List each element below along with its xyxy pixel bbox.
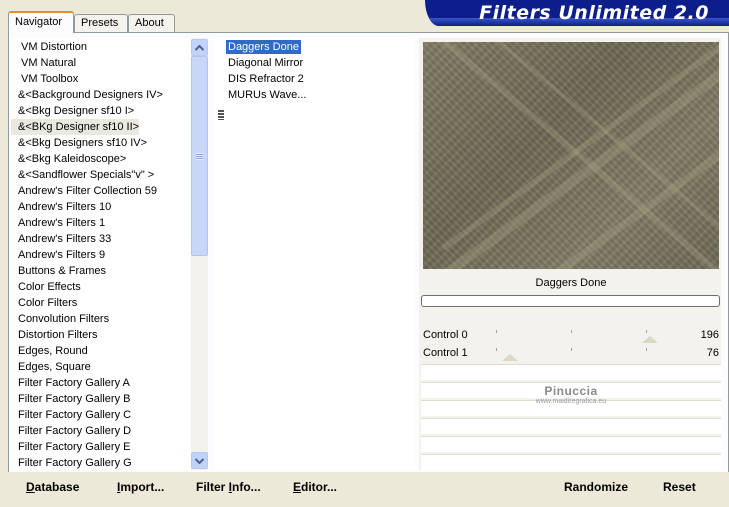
filter-list[interactable]: Daggers Done Diagonal Mirror DIS Refractor… — [215, 38, 415, 470]
control-row-empty — [421, 364, 721, 380]
database-button-mnemonic: D — [26, 480, 35, 494]
category-item[interactable]: Color Filters — [11, 295, 77, 311]
category-item[interactable]: Convolution Filters — [11, 311, 109, 327]
category-item[interactable]: &<Bkg Designer sf10 I> — [11, 103, 134, 119]
category-item[interactable]: Filter Factory Gallery G — [11, 455, 132, 470]
app-title: Filters Unlimited 2.0 — [479, 2, 709, 24]
tab-navigator[interactable]: Navigator — [8, 11, 74, 33]
category-item[interactable]: &<BKg Designer sf10 II> — [11, 119, 140, 135]
control-0-value: 196 — [700, 329, 719, 341]
category-scrollbar[interactable] — [191, 38, 208, 470]
category-item[interactable]: VM Distortion — [11, 39, 87, 55]
control-row-empty — [421, 436, 721, 452]
category-item[interactable]: Filter Factory Gallery E — [11, 439, 130, 455]
category-item[interactable]: &<Background Designers IV> — [11, 87, 163, 103]
category-item[interactable]: Andrew's Filter Collection 59 — [11, 183, 157, 199]
category-item[interactable]: Andrew's Filters 33 — [11, 231, 111, 247]
grip-icon — [196, 152, 203, 160]
reset-button[interactable]: Reset — [663, 480, 696, 494]
category-item[interactable]: VM Toolbox — [11, 71, 78, 87]
import-button[interactable]: Import... — [117, 480, 164, 494]
editor-button-label: ditor... — [301, 480, 338, 494]
filter-item[interactable]: Daggers Done — [226, 40, 301, 54]
control-0-label: Control 0 — [423, 329, 468, 341]
control-1-label: Control 1 — [423, 347, 468, 359]
category-item[interactable]: Filter Factory Gallery B — [11, 391, 130, 407]
category-item[interactable]: &<Bkg Designers sf10 IV> — [11, 135, 147, 151]
control-0-row: Control 0 196 — [421, 328, 721, 344]
category-item[interactable]: VM Natural — [11, 55, 76, 71]
filter-item[interactable]: MURUs Wave... — [226, 88, 308, 102]
import-button-label: mport... — [120, 480, 165, 494]
chevron-down-icon — [195, 457, 204, 464]
filter-info-button[interactable]: Filter Info... — [196, 480, 261, 494]
chevron-up-icon — [195, 44, 204, 51]
database-button-label: atabase — [34, 480, 80, 494]
category-list[interactable]: VM Distortion VM Natural VM Toolbox &<Backg… — [11, 38, 207, 470]
category-item[interactable]: Buttons & Frames — [11, 263, 106, 279]
control-1-slider[interactable] — [496, 346, 647, 362]
category-item[interactable]: &<Bkg Kaleidoscope> — [11, 151, 126, 167]
tab-about[interactable]: About — [128, 14, 175, 32]
category-item[interactable]: Edges, Square — [11, 359, 91, 375]
filter-info-button-prefix: Filter — [196, 480, 229, 494]
progress-bar — [421, 295, 720, 307]
control-0-thumb[interactable] — [642, 336, 658, 343]
control-1-value: 76 — [706, 347, 719, 359]
control-0-slider[interactable] — [496, 328, 658, 344]
selected-filter-name: Daggers Done — [535, 277, 607, 289]
filter-item[interactable]: Diagonal Mirror — [226, 56, 305, 70]
control-1-row: Control 1 76 — [421, 346, 721, 362]
watermark-title: Pinuccia — [544, 384, 598, 398]
editor-button-mnemonic: E — [293, 480, 302, 494]
control-row-empty — [421, 454, 721, 470]
category-item[interactable]: Filter Factory Gallery A — [11, 375, 130, 391]
category-item[interactable]: &<Sandflower Specials"v" > — [11, 167, 154, 183]
randomize-button[interactable]: Randomize — [564, 480, 628, 494]
scroll-down-button[interactable] — [191, 452, 208, 469]
category-item[interactable]: Andrew's Filters 1 — [11, 215, 105, 231]
category-item[interactable]: Filter Factory Gallery D — [11, 423, 131, 439]
watermark-url: www.maidiregrafica.eu — [535, 398, 607, 405]
category-item[interactable]: Edges, Round — [11, 343, 88, 359]
control-row-empty — [421, 418, 721, 434]
category-item[interactable]: Andrew's Filters 9 — [11, 247, 105, 263]
scroll-up-button[interactable] — [191, 39, 208, 56]
control-1-thumb[interactable] — [502, 354, 518, 361]
filter-info-button-label: nfo... — [232, 480, 261, 494]
category-item[interactable]: Distortion Filters — [11, 327, 97, 343]
category-item[interactable]: Andrew's Filters 10 — [11, 199, 111, 215]
filter-item[interactable]: DIS Refractor 2 — [226, 72, 306, 86]
editor-button[interactable]: Editor... — [293, 480, 337, 494]
preview-image — [423, 42, 719, 269]
drag-handle-icon[interactable] — [218, 110, 224, 120]
app-banner: Filters Unlimited 2.0 — [425, 0, 729, 26]
tab-presets[interactable]: Presets — [74, 14, 128, 32]
scroll-thumb[interactable] — [191, 56, 208, 256]
category-item[interactable]: Color Effects — [11, 279, 81, 295]
database-button[interactable]: Database — [26, 480, 79, 494]
category-item[interactable]: Filter Factory Gallery C — [11, 407, 131, 423]
